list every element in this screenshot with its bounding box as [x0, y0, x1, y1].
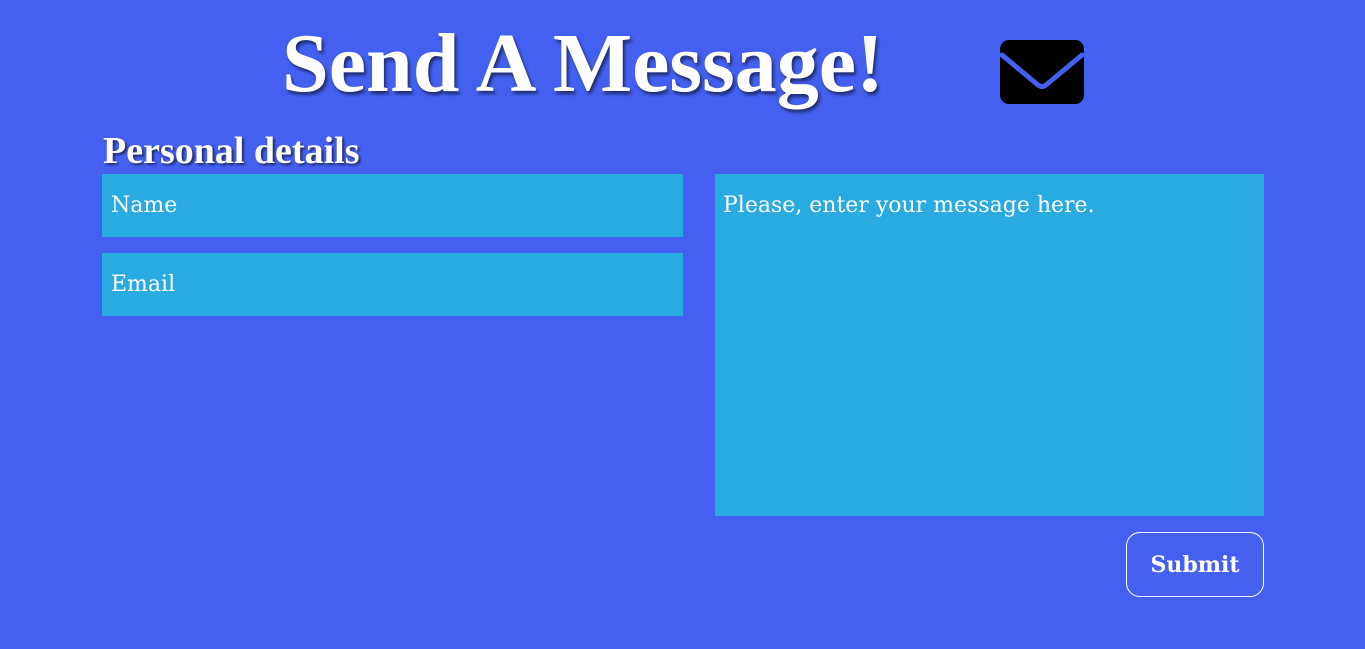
contact-page: Send A Message! Personal details Submit: [0, 0, 1365, 649]
name-input[interactable]: [102, 174, 683, 237]
envelope-icon: [1000, 40, 1084, 104]
submit-button[interactable]: Submit: [1126, 532, 1264, 597]
message-textarea[interactable]: [715, 174, 1264, 516]
personal-details-heading: Personal details: [103, 130, 360, 172]
email-input[interactable]: [102, 253, 683, 316]
page-title: Send A Message!: [282, 17, 885, 110]
